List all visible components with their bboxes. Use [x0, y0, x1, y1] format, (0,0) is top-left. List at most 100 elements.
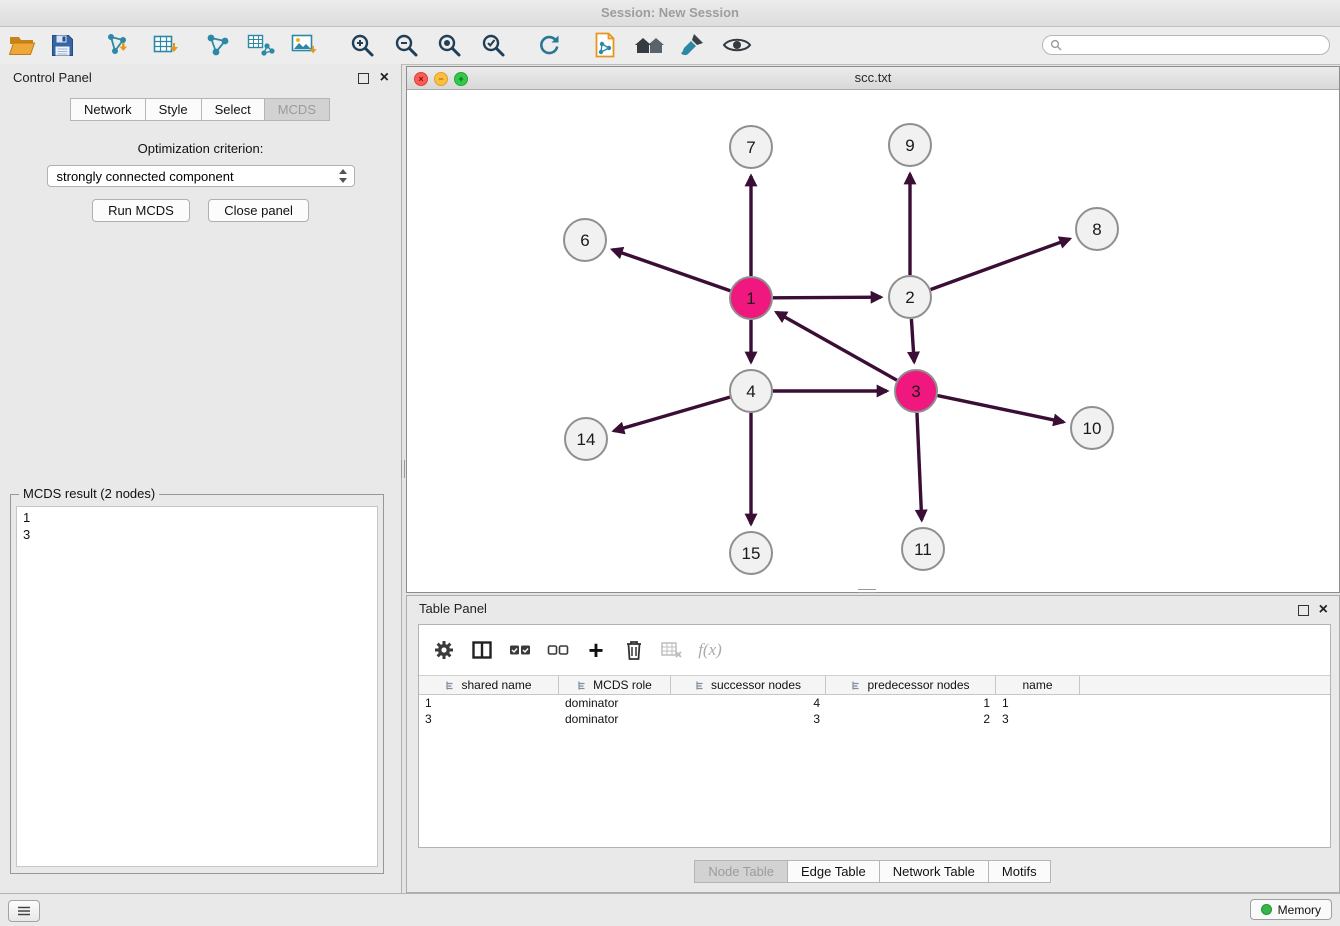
status-bar: Memory [0, 893, 1340, 926]
node-4[interactable]: 4 [730, 370, 772, 412]
home-button[interactable] [632, 29, 666, 61]
table-cell: 1 [419, 696, 559, 710]
zoom-out-icon [393, 32, 419, 58]
table-panel: Table Panel × [406, 595, 1340, 893]
edge-1-6[interactable] [612, 250, 730, 291]
edge-3-11[interactable] [917, 413, 922, 520]
table-row[interactable]: 3dominator323 [419, 711, 1330, 727]
column-header-predecessor-nodes[interactable]: predecessor nodes [826, 676, 996, 694]
add-column-button[interactable]: + [583, 637, 609, 663]
zoom-in-icon [349, 32, 375, 58]
window-title: Session: New Session [601, 5, 739, 20]
fx-icon: f(x) [698, 640, 722, 660]
maximize-window-icon[interactable]: + [454, 72, 468, 86]
edge-1-2[interactable] [773, 297, 881, 298]
attribute-icon [851, 680, 862, 691]
gear-icon [434, 640, 454, 660]
node-14[interactable]: 14 [565, 418, 607, 460]
edge-4-14[interactable] [614, 397, 730, 431]
node-table: + f(x) [418, 624, 1331, 848]
table-cell: 4 [671, 696, 826, 710]
float-table-panel-icon[interactable] [1298, 605, 1309, 616]
deselect-all-columns-button[interactable] [545, 637, 571, 663]
tab-style[interactable]: Style [145, 98, 202, 121]
network-canvas[interactable]: 7 9 6 8 1 2 4 3 14 10 15 11 [407, 89, 1339, 592]
select-all-icon [509, 643, 531, 657]
tab-node-table[interactable]: Node Table [694, 860, 788, 883]
show-hide-button[interactable] [720, 29, 754, 61]
run-mcds-button[interactable]: Run MCDS [92, 199, 190, 222]
tab-network[interactable]: Network [70, 98, 146, 121]
import-network-button[interactable] [101, 29, 135, 61]
mcds-result-title: MCDS result (2 nodes) [19, 486, 159, 501]
edge-2-8[interactable] [931, 239, 1070, 290]
node-1[interactable]: 1 [730, 277, 772, 319]
zoom-in-button[interactable] [345, 29, 379, 61]
memory-button[interactable]: Memory [1250, 899, 1332, 920]
criterion-dropdown[interactable]: strongly connected component [47, 165, 355, 187]
criterion-dropdown-value: strongly connected component [57, 169, 234, 184]
node-6[interactable]: 6 [564, 219, 606, 261]
control-panel: Control Panel × NetworkStyleSelectMCDS O… [0, 64, 402, 893]
save-session-button[interactable] [45, 29, 79, 61]
mcds-result-text[interactable]: 1 3 [16, 506, 378, 867]
table-cell: 2 [826, 712, 996, 726]
close-table-panel-icon[interactable]: × [1319, 600, 1328, 620]
node-8[interactable]: 8 [1076, 208, 1118, 250]
control-panel-tabs: NetworkStyleSelectMCDS [0, 98, 401, 121]
column-header-shared-name[interactable]: shared name [419, 676, 559, 694]
zoom-selected-button[interactable] [476, 29, 510, 61]
column-header-name[interactable]: name [996, 676, 1080, 694]
svg-text:15: 15 [742, 544, 761, 563]
table-row[interactable]: 1dominator411 [419, 695, 1330, 711]
tab-network-table[interactable]: Network Table [879, 860, 989, 883]
column-header-mcds-role[interactable]: MCDS role [559, 676, 671, 694]
horizontal-splitter-handle[interactable] [858, 588, 876, 593]
network-table-button[interactable] [244, 29, 278, 61]
tab-mcds[interactable]: MCDS [264, 98, 330, 121]
log-console-button[interactable] [8, 900, 40, 922]
tab-motifs[interactable]: Motifs [988, 860, 1051, 883]
zoom-fit-button[interactable] [432, 29, 466, 61]
edge-3-1[interactable] [776, 312, 897, 380]
table-panel-header: Table Panel × [407, 596, 1339, 622]
close-panel-icon[interactable]: × [380, 68, 389, 88]
node-3[interactable]: 3 [895, 370, 937, 412]
refresh-button[interactable] [532, 29, 566, 61]
export-image-button[interactable] [288, 29, 322, 61]
delete-table-button-disabled [659, 637, 685, 663]
float-panel-icon[interactable] [358, 73, 369, 84]
delete-table-icon [661, 641, 683, 659]
delete-column-button[interactable] [621, 637, 647, 663]
svg-text:11: 11 [914, 540, 932, 559]
node-10[interactable]: 10 [1071, 407, 1113, 449]
edge-3-10[interactable] [938, 396, 1064, 423]
import-table-button[interactable] [149, 29, 183, 61]
network-table-icon [247, 32, 275, 58]
network-window: × − + scc.txt 7968124314101511 [406, 66, 1340, 593]
zoom-out-button[interactable] [389, 29, 423, 61]
minimize-window-icon[interactable]: − [434, 72, 448, 86]
vertical-splitter-handle[interactable] [401, 460, 406, 478]
manage-networks-button[interactable] [588, 29, 622, 61]
show-columns-button[interactable] [469, 637, 495, 663]
node-7[interactable]: 7 [730, 126, 772, 168]
open-file-button[interactable] [5, 29, 39, 61]
table-settings-button[interactable] [431, 637, 457, 663]
edge-2-3[interactable] [911, 319, 914, 362]
apply-style-button[interactable] [675, 29, 709, 61]
node-2[interactable]: 2 [889, 276, 931, 318]
search-input[interactable] [1066, 37, 1329, 53]
node-11[interactable]: 11 [902, 528, 944, 570]
node-15[interactable]: 15 [730, 532, 772, 574]
tab-edge-table[interactable]: Edge Table [787, 860, 880, 883]
columns-icon [472, 641, 492, 659]
tab-select[interactable]: Select [201, 98, 265, 121]
new-network-button[interactable] [201, 29, 235, 61]
column-header-successor-nodes[interactable]: successor nodes [671, 676, 826, 694]
close-window-icon[interactable]: × [414, 72, 428, 86]
search-field[interactable] [1042, 35, 1330, 55]
close-panel-button[interactable]: Close panel [208, 199, 309, 222]
select-all-columns-button[interactable] [507, 637, 533, 663]
node-9[interactable]: 9 [889, 124, 931, 166]
